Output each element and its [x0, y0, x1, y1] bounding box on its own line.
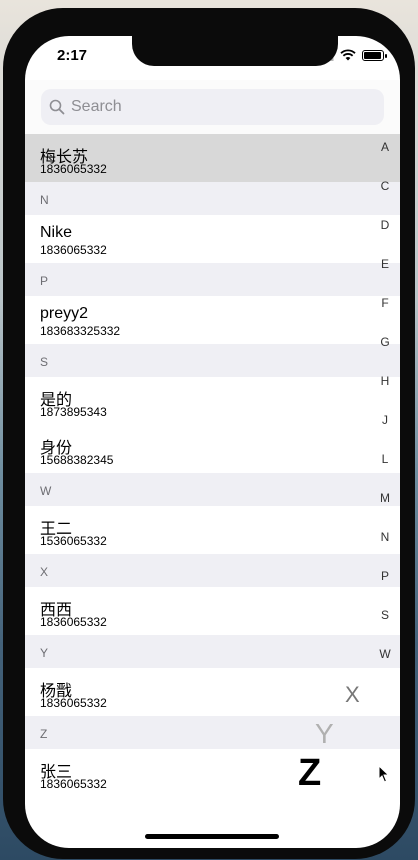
- index-letter-f[interactable]: F: [370, 296, 400, 335]
- scroll-overlay-y: Y: [315, 718, 334, 749]
- contact-phone: 1836065332: [40, 696, 107, 710]
- section-letter: S: [40, 355, 49, 369]
- contact-phone: 183683325332: [40, 324, 121, 338]
- contact-phone: 1836065332: [40, 615, 107, 629]
- contact-phone: 1836065332: [40, 777, 107, 791]
- search-bar: Search: [25, 80, 400, 134]
- contact-name: preyy2: [40, 305, 89, 322]
- contact-row[interactable]: 杨戬 1836065332: [25, 668, 400, 716]
- mouse-cursor-icon: [378, 765, 390, 783]
- section-header-n: N: [25, 182, 400, 215]
- contact-row[interactable]: 西西 1836065332: [25, 587, 400, 635]
- section-header-x: X: [25, 554, 400, 587]
- section-letter: P: [40, 274, 49, 288]
- contact-name: Nike: [40, 224, 73, 241]
- index-letter-e[interactable]: E: [370, 257, 400, 296]
- section-letter: N: [40, 193, 49, 207]
- index-letter-a[interactable]: A: [370, 140, 400, 179]
- contact-list[interactable]: 梅长苏 1836065332 N Nike 1836065332 P preyy…: [25, 134, 400, 797]
- search-icon: [49, 99, 65, 115]
- contact-row[interactable]: 王二 1536065332: [25, 506, 400, 554]
- scroll-overlay-x: X: [345, 682, 360, 707]
- wifi-icon: [340, 49, 356, 61]
- contact-phone: 1536065332: [40, 534, 107, 548]
- notch: [132, 36, 338, 66]
- index-letter-n[interactable]: N: [370, 530, 400, 569]
- index-letter-s[interactable]: S: [370, 608, 400, 647]
- section-index[interactable]: A C D E F G H J L M N P S W: [370, 140, 400, 686]
- index-letter-w[interactable]: W: [370, 647, 400, 686]
- index-letter-h[interactable]: H: [370, 374, 400, 413]
- index-letter-m[interactable]: M: [370, 491, 400, 530]
- section-letter: W: [40, 484, 52, 498]
- phone-frame: 2:17 Search 梅长苏 1836065332 N Nike 183606…: [3, 8, 415, 859]
- section-header-y: Y: [25, 635, 400, 668]
- section-header-s: S: [25, 344, 400, 377]
- section-letter: X: [40, 565, 49, 579]
- contact-row[interactable]: Nike 1836065332: [25, 215, 400, 263]
- contact-row[interactable]: preyy2 183683325332: [25, 296, 400, 344]
- section-header-w: W: [25, 473, 400, 506]
- index-letter-p[interactable]: P: [370, 569, 400, 608]
- screen: 2:17 Search 梅长苏 1836065332 N Nike 183606…: [25, 36, 400, 848]
- contact-phone: 1836065332: [40, 162, 107, 176]
- index-letter-c[interactable]: C: [370, 179, 400, 218]
- section-letter: Y: [40, 646, 49, 660]
- section-header-z: Z: [25, 716, 400, 749]
- status-time: 2:17: [57, 47, 88, 64]
- index-letter-g[interactable]: G: [370, 335, 400, 374]
- home-indicator[interactable]: [145, 834, 279, 839]
- section-letter: Z: [40, 727, 48, 741]
- index-letter-d[interactable]: D: [370, 218, 400, 257]
- index-letter-j[interactable]: J: [370, 413, 400, 452]
- contact-row[interactable]: 梅长苏 1836065332: [25, 134, 400, 182]
- scroll-overlay-z: Z: [298, 752, 322, 794]
- section-header-p: P: [25, 263, 400, 296]
- contact-phone: 1873895343: [40, 405, 107, 419]
- contact-phone: 1836065332: [40, 243, 107, 257]
- battery-icon: [362, 49, 387, 61]
- search-input[interactable]: Search: [41, 89, 384, 125]
- index-letter-l[interactable]: L: [370, 452, 400, 491]
- contact-row[interactable]: 身份 15688382345: [25, 425, 400, 473]
- contact-row[interactable]: 张三 1836065332: [25, 749, 400, 797]
- contact-row[interactable]: 是的 1873895343: [25, 377, 400, 425]
- search-placeholder: Search: [71, 98, 122, 115]
- contact-phone: 15688382345: [40, 453, 114, 467]
